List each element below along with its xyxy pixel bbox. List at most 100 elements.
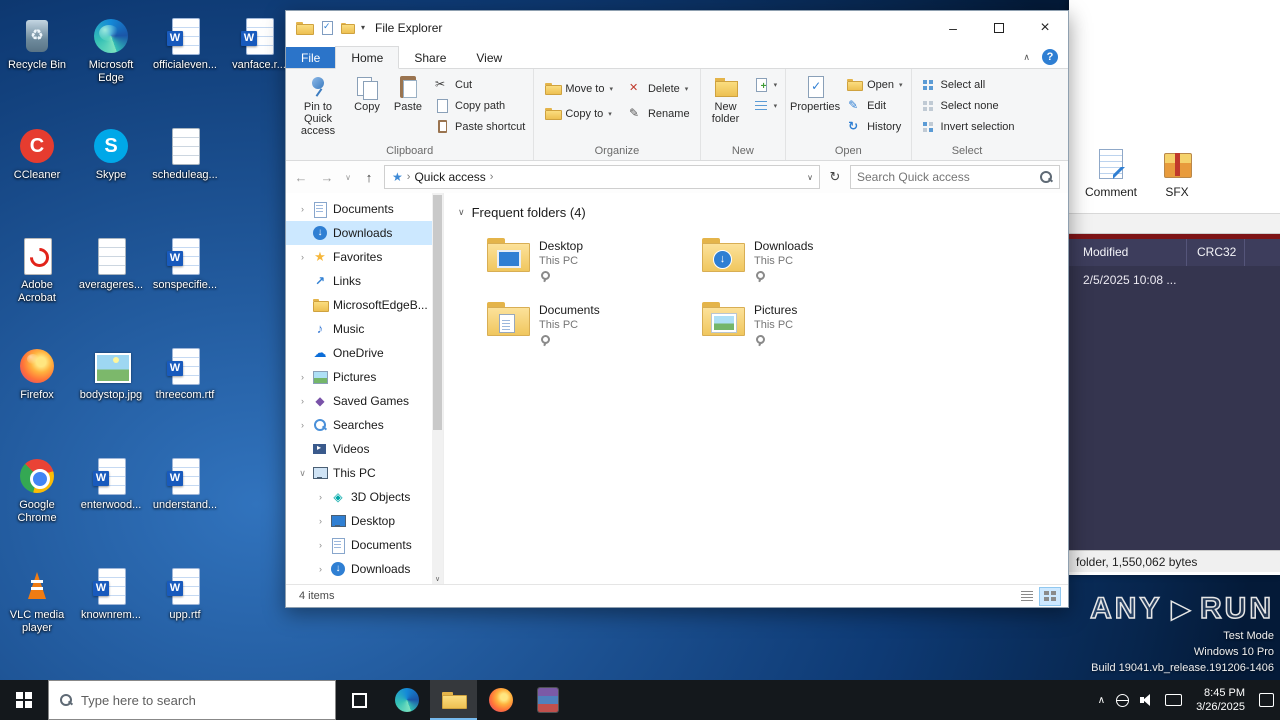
new-folder-button[interactable]: New folder [704, 70, 748, 125]
tab-home[interactable]: Home [335, 46, 400, 69]
start-button[interactable] [0, 680, 48, 720]
nav-item-videos[interactable]: Videos [286, 437, 432, 461]
move-to-button[interactable]: Move to ▾ [539, 78, 618, 99]
desktop-icon[interactable]: scheduleag... [148, 120, 222, 230]
cut-button[interactable]: Cut [429, 74, 530, 95]
nav-item-links[interactable]: Links [286, 269, 432, 293]
desktop-icon[interactable]: threecom.rtf [148, 340, 222, 450]
refresh-button[interactable]: ↻ [824, 165, 846, 189]
history-button[interactable]: History [841, 116, 907, 137]
delete-button[interactable]: Delete ▾ [622, 78, 695, 99]
properties-button[interactable]: Properties [789, 70, 841, 113]
chevron-right-icon[interactable]: › [316, 564, 325, 574]
volume-icon[interactable] [1140, 693, 1155, 707]
properties-shortcut-icon[interactable] [320, 21, 333, 35]
easy-access-button[interactable]: ▾ [748, 95, 783, 116]
taskbar-edge-button[interactable] [383, 680, 430, 720]
touch-keyboard-icon[interactable] [1165, 694, 1183, 706]
winrar-address-bar[interactable] [1069, 213, 1280, 234]
breadcrumb[interactable]: Quick access [414, 170, 485, 184]
network-icon[interactable] [1115, 693, 1130, 708]
collapse-ribbon-icon[interactable]: ∧ [1023, 52, 1030, 63]
folder-tile-pictures[interactable]: Pictures This PC [701, 300, 916, 364]
nav-item-desktop[interactable]: › Desktop [286, 509, 432, 533]
taskbar-file-explorer-button[interactable] [430, 680, 477, 720]
title-bar[interactable]: ▾ File Explorer – × [286, 11, 1068, 44]
hidden-icons-chevron-icon[interactable]: ∧ [1098, 695, 1105, 706]
taskbar-clock[interactable]: 8:45 PM 3/26/2025 [1192, 686, 1249, 714]
address-bar[interactable]: ★ › Quick access › ∨ [384, 165, 820, 189]
select-all-button[interactable]: Select all [915, 74, 1020, 95]
minimize-button[interactable]: – [930, 11, 976, 44]
nav-item-onedrive[interactable]: OneDrive [286, 341, 432, 365]
taskbar-firefox-button[interactable] [477, 680, 524, 720]
desktop-icon[interactable]: Microsoft Edge [74, 10, 148, 120]
action-center-icon[interactable] [1259, 693, 1274, 707]
winrar-sfx-button[interactable]: SFX [1151, 148, 1203, 213]
chevron-right-icon[interactable]: › [298, 204, 307, 214]
folder-tile-documents[interactable]: Documents This PC [486, 300, 701, 364]
chevron-right-icon[interactable]: › [298, 396, 307, 406]
copy-button[interactable]: Copy [347, 70, 387, 113]
nav-item-music[interactable]: Music [286, 317, 432, 341]
section-collapse-chevron-icon[interactable]: ∨ [458, 207, 465, 218]
scrollbar-down-arrow-icon[interactable]: ∨ [432, 575, 443, 583]
chevron-right-icon[interactable]: › [316, 516, 325, 526]
winrar-comment-button[interactable]: Comment [1085, 148, 1137, 213]
edit-button[interactable]: Edit [841, 95, 907, 116]
copy-to-button[interactable]: Copy to ▾ [539, 103, 618, 124]
desktop-icon[interactable]: enterwood... [74, 450, 148, 560]
search-box[interactable] [850, 165, 1060, 189]
nav-item-pictures[interactable]: › Pictures [286, 365, 432, 389]
desktop-icon[interactable]: bodystop.jpg [74, 340, 148, 450]
chevron-right-icon[interactable]: › [316, 540, 325, 550]
nav-item-this-pc[interactable]: ∨ This PC [286, 461, 432, 485]
breadcrumb-chevron-icon[interactable]: › [407, 171, 411, 183]
open-button[interactable]: Open ▾ [841, 74, 907, 95]
nav-item-documents[interactable]: › Documents [286, 197, 432, 221]
tab-view[interactable]: View [461, 47, 517, 68]
pin-to-quick-access-button[interactable]: Pin to Quick access [289, 70, 347, 137]
desktop-icon[interactable]: knownrem... [74, 560, 148, 670]
task-view-button[interactable] [336, 680, 383, 720]
search-input[interactable] [857, 170, 1039, 184]
large-icons-view-button[interactable] [1039, 586, 1061, 606]
tab-share[interactable]: Share [399, 47, 461, 68]
invert-selection-button[interactable]: Invert selection [915, 116, 1020, 137]
breadcrumb-chevron-icon[interactable]: › [490, 171, 494, 183]
taskbar-search-input[interactable] [81, 692, 325, 708]
up-icon[interactable]: ↑ [358, 170, 380, 185]
chevron-right-icon[interactable]: › [316, 492, 325, 502]
folder-tile-desktop[interactable]: Desktop This PC [486, 236, 701, 300]
nav-item-favorites[interactable]: › Favorites [286, 245, 432, 269]
desktop-icon[interactable]: understand... [148, 450, 222, 560]
paste-shortcut-button[interactable]: Paste shortcut [429, 116, 530, 137]
close-button[interactable]: × [1022, 11, 1068, 44]
desktop-icon[interactable]: averageres... [74, 230, 148, 340]
taskbar-winrar-button[interactable] [524, 680, 571, 720]
folder-tile-downloads[interactable]: Downloads This PC [701, 236, 916, 300]
customize-toolbar-chevron-icon[interactable]: ▾ [361, 23, 365, 32]
address-dropdown-icon[interactable]: ∨ [807, 173, 815, 182]
scrollbar[interactable]: ∨ [432, 193, 443, 584]
desktop-icon[interactable]: Firefox [0, 340, 74, 450]
desktop-icon[interactable]: Adobe Acrobat [0, 230, 74, 340]
new-folder-shortcut-icon[interactable] [340, 22, 356, 34]
winrar-column-crc32[interactable]: CRC32 [1187, 239, 1245, 266]
help-icon[interactable]: ? [1042, 49, 1058, 65]
desktop-icon[interactable]: Recycle Bin [0, 10, 74, 120]
forward-icon[interactable]: → [316, 170, 338, 185]
nav-item-searches[interactable]: › Searches [286, 413, 432, 437]
maximize-button[interactable] [976, 11, 1022, 44]
desktop-icon[interactable]: sonspecifie... [148, 230, 222, 340]
desktop-icon[interactable]: Google Chrome [0, 450, 74, 560]
taskbar-search[interactable] [48, 680, 336, 720]
nav-item-downloads-pc[interactable]: › Downloads [286, 557, 432, 581]
nav-item-microsoftedge[interactable]: MicrosoftEdgeB... [286, 293, 432, 317]
chevron-right-icon[interactable]: › [298, 252, 307, 262]
select-none-button[interactable]: Select none [915, 95, 1020, 116]
back-icon[interactable]: ← [290, 170, 312, 185]
recent-locations-chevron-icon[interactable]: ∨ [342, 173, 354, 182]
chevron-down-icon[interactable]: ∨ [298, 468, 307, 479]
desktop-icon[interactable]: Skype [74, 120, 148, 230]
